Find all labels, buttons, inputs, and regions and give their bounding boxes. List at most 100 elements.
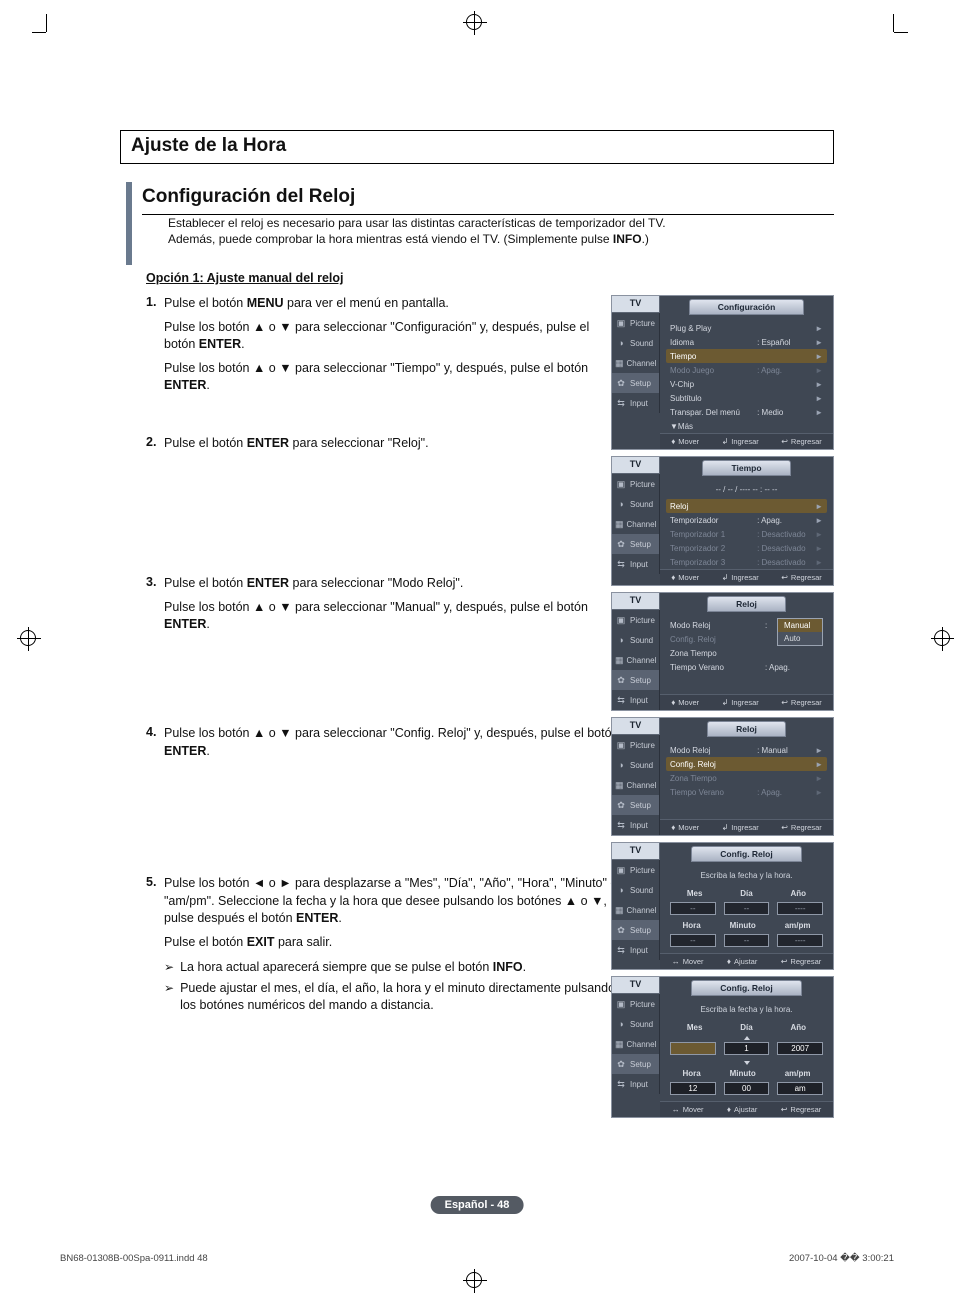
- back-icon: ↩: [781, 957, 788, 966]
- osd-sidebar: TV ▣ Picture ◑ Sound ▦ Channel ✿ Setup ⇆…: [612, 296, 660, 449]
- sidebar-item-sound[interactable]: ◑ Sound: [612, 333, 660, 353]
- osd-footer: ♦Mover ↲Ingresar ↩Regresar: [660, 433, 833, 449]
- sidebar-item-picture[interactable]: ▣ Picture: [612, 610, 660, 630]
- date-cell[interactable]: ----: [777, 934, 823, 947]
- sidebar-item-setup[interactable]: ✿ Setup: [612, 670, 660, 690]
- sidebar-item-input[interactable]: ⇆ Input: [612, 940, 660, 960]
- sidebar-item-input[interactable]: ⇆ Input: [612, 690, 660, 710]
- menu-row[interactable]: Reloj ►: [666, 499, 827, 513]
- osd-sidebar: TV ▣ Picture ◑ Sound ▦ Channel ✿ Setup ⇆…: [612, 977, 660, 1117]
- page-number-pill: Español - 48: [431, 1196, 524, 1214]
- sidebar-item-sound[interactable]: ◑ Sound: [612, 1014, 660, 1034]
- chevron-right-icon: ►: [815, 324, 823, 333]
- sidebar-item-sound[interactable]: ◑ Sound: [612, 880, 660, 900]
- crop-mark: [876, 14, 894, 32]
- sidebar-item-channel[interactable]: ▦ Channel: [612, 514, 660, 534]
- page-main-title: Ajuste de la Hora: [120, 130, 834, 164]
- osd-config-reloj-empty: TV ▣ Picture ◑ Sound ▦ Channel ✿ Setup ⇆…: [611, 842, 834, 970]
- chevron-right-icon: ►: [815, 788, 823, 797]
- picture-icon: ▣: [615, 478, 627, 490]
- osd-footer: ♦Mover ↲Ingresar ↩Regresar: [660, 819, 833, 835]
- sidebar-item-label: Picture: [630, 319, 655, 328]
- menu-row-label: Plug & Play: [670, 324, 757, 333]
- menu-row[interactable]: Modo Reloj : Manual ►: [666, 743, 827, 757]
- menu-row[interactable]: Plug & Play ►: [666, 321, 827, 335]
- sidebar-item-picture[interactable]: ▣ Picture: [612, 994, 660, 1014]
- sidebar-item-label: Input: [630, 560, 648, 569]
- menu-row[interactable]: Modo Juego : Apag. ►: [666, 363, 827, 377]
- date-cell[interactable]: --: [724, 902, 770, 915]
- date-cell[interactable]: --: [724, 934, 770, 947]
- sidebar-item-sound[interactable]: ◑ Sound: [612, 494, 660, 514]
- menu-row[interactable]: Idioma : Español ►: [666, 335, 827, 349]
- sidebar-item-channel[interactable]: ▦ Channel: [612, 650, 660, 670]
- menu-row-value: : Desactivado: [757, 544, 815, 553]
- sidebar-tv-label: TV: [612, 457, 660, 474]
- date-cell[interactable]: --: [670, 902, 716, 915]
- back-icon: ↩: [781, 573, 788, 582]
- sidebar-item-label: Setup: [630, 676, 651, 685]
- date-cell[interactable]: ----: [777, 902, 823, 915]
- updown-icon: ♦: [727, 1105, 731, 1114]
- sidebar-item-setup[interactable]: ✿ Setup: [612, 1054, 660, 1074]
- sidebar-item-setup[interactable]: ✿ Setup: [612, 534, 660, 554]
- dropdown-option[interactable]: Manual: [778, 619, 822, 632]
- sidebar-item-label: Sound: [630, 339, 653, 348]
- osd-sidebar: TV ▣ Picture ◑ Sound ▦ Channel ✿ Setup ⇆…: [612, 843, 660, 969]
- menu-row[interactable]: Subtítulo ►: [666, 391, 827, 405]
- setup-icon: ✿: [615, 377, 627, 389]
- sidebar-item-sound[interactable]: ◑ Sound: [612, 630, 660, 650]
- grid-header: Mes: [687, 889, 703, 898]
- date-cell[interactable]: 1: [724, 1042, 770, 1055]
- menu-row[interactable]: Tiempo Verano : Apag. ►: [666, 785, 827, 799]
- menu-row[interactable]: Config. Reloj ►: [666, 757, 827, 771]
- date-cell[interactable]: 2007: [777, 1042, 823, 1055]
- sidebar-item-input[interactable]: ⇆ Input: [612, 1074, 660, 1094]
- menu-row[interactable]: ▼Más: [666, 419, 827, 433]
- sidebar-item-channel[interactable]: ▦ Channel: [612, 353, 660, 373]
- sidebar-item-label: Picture: [630, 616, 655, 625]
- menu-row[interactable]: Temporizador 2 : Desactivado ►: [666, 541, 827, 555]
- menu-row[interactable]: Transpar. Del menú : Medio ►: [666, 405, 827, 419]
- updown-icon: ♦: [671, 573, 675, 582]
- sidebar-item-channel[interactable]: ▦ Channel: [612, 900, 660, 920]
- date-cell[interactable]: [670, 1042, 716, 1055]
- sidebar-item-input[interactable]: ⇆ Input: [612, 393, 660, 413]
- menu-row[interactable]: Temporizador 3 : Desactivado ►: [666, 555, 827, 569]
- date-cell[interactable]: --: [670, 934, 716, 947]
- menu-row[interactable]: V-Chip ►: [666, 377, 827, 391]
- sidebar-item-label: Sound: [630, 886, 653, 895]
- sidebar-item-picture[interactable]: ▣ Picture: [612, 313, 660, 333]
- sidebar-item-setup[interactable]: ✿ Setup: [612, 795, 660, 815]
- menu-row[interactable]: Zona Tiempo: [666, 646, 827, 660]
- menu-row[interactable]: Zona Tiempo ►: [666, 771, 827, 785]
- menu-row[interactable]: Temporizador : Apag. ►: [666, 513, 827, 527]
- menu-row-label: Temporizador 1: [670, 530, 757, 539]
- sidebar-item-picture[interactable]: ▣ Picture: [612, 474, 660, 494]
- menu-row[interactable]: Tiempo Verano : Apag.: [666, 660, 827, 674]
- sidebar-item-setup[interactable]: ✿ Setup: [612, 920, 660, 940]
- menu-row-label: Config. Reloj: [670, 635, 765, 644]
- menu-row[interactable]: Temporizador 1 : Desactivado ►: [666, 527, 827, 541]
- date-cell[interactable]: am: [777, 1082, 823, 1095]
- sidebar-item-channel[interactable]: ▦ Channel: [612, 775, 660, 795]
- sidebar-item-picture[interactable]: ▣ Picture: [612, 735, 660, 755]
- menu-row[interactable]: Tiempo ►: [666, 349, 827, 363]
- sidebar-tv-label: TV: [612, 977, 660, 994]
- doc-date: 2007-10-04 �� 3:00:21: [789, 1253, 894, 1264]
- date-cell[interactable]: 00: [724, 1082, 770, 1095]
- chevron-right-icon: ►: [815, 760, 823, 769]
- sidebar-item-label: Input: [630, 946, 648, 955]
- sidebar-item-label: Channel: [627, 520, 657, 529]
- menu-row-value: : Desactivado: [757, 530, 815, 539]
- mode-dropdown[interactable]: ManualAuto: [777, 618, 823, 646]
- sidebar-item-setup[interactable]: ✿ Setup: [612, 373, 660, 393]
- sidebar-item-input[interactable]: ⇆ Input: [612, 554, 660, 574]
- crop-mark: [46, 14, 64, 32]
- sidebar-item-picture[interactable]: ▣ Picture: [612, 860, 660, 880]
- date-cell[interactable]: 12: [670, 1082, 716, 1095]
- sidebar-item-input[interactable]: ⇆ Input: [612, 815, 660, 835]
- sidebar-item-channel[interactable]: ▦ Channel: [612, 1034, 660, 1054]
- dropdown-option[interactable]: Auto: [778, 632, 822, 645]
- sidebar-item-sound[interactable]: ◑ Sound: [612, 755, 660, 775]
